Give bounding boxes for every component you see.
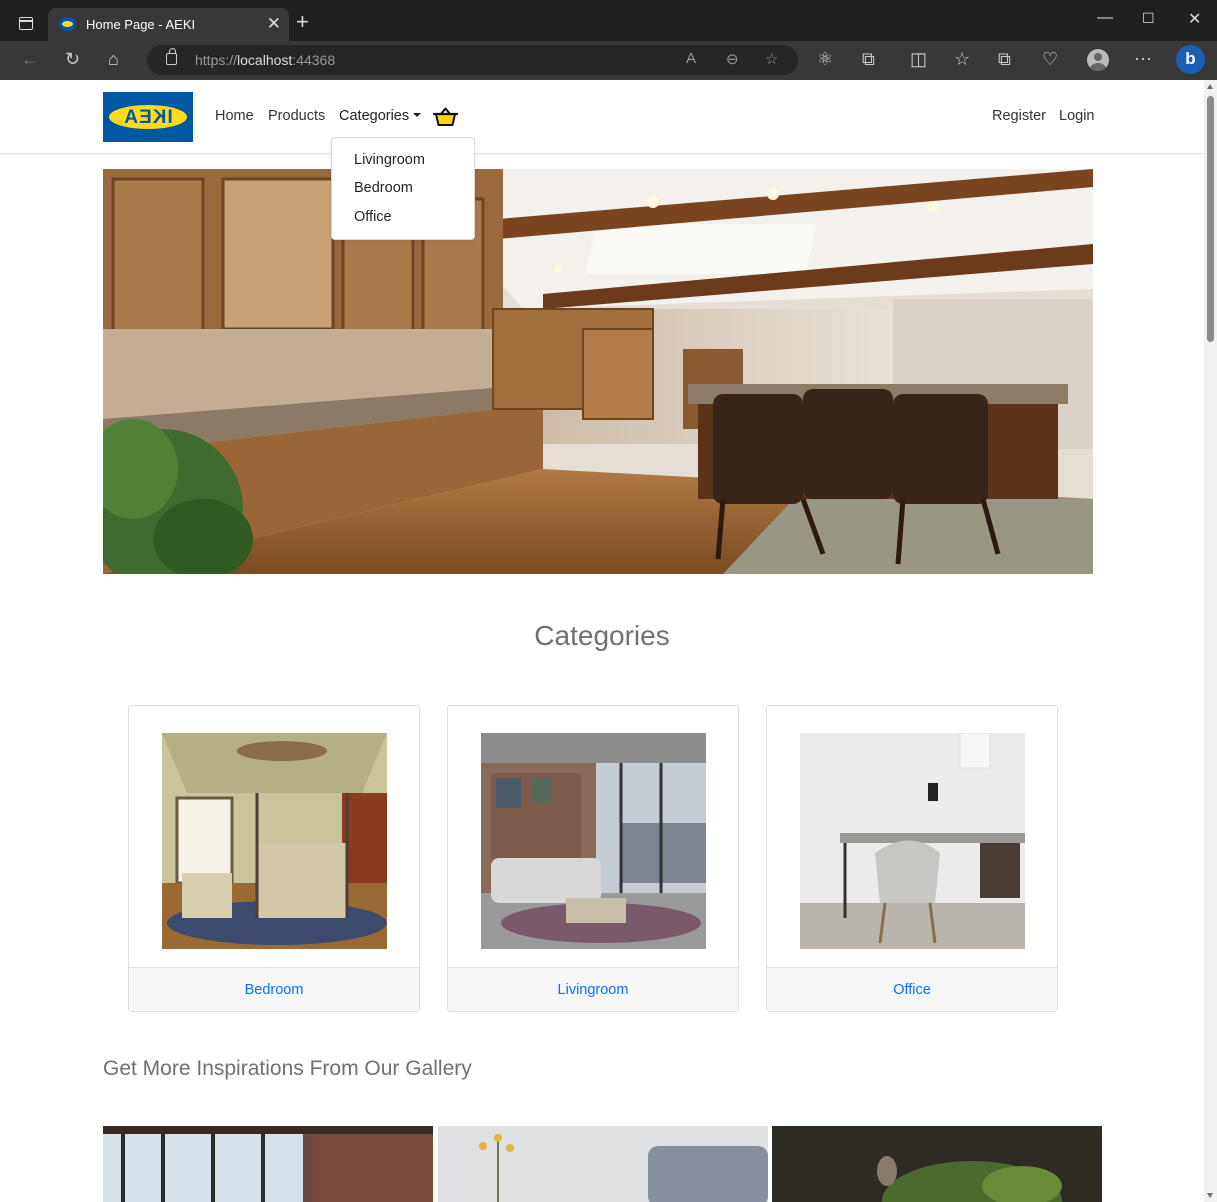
basket-icon[interactable] [433,106,458,128]
minimize-icon[interactable]: — [1097,9,1113,27]
gallery-image-2[interactable] [438,1126,768,1202]
refresh-icon[interactable]: ↻ [65,49,80,69]
office-image[interactable] [800,733,1025,949]
read-aloud-icon[interactable]: A [686,50,696,67]
scroll-thumb[interactable] [1207,96,1214,342]
home-icon[interactable]: ⌂ [108,49,119,69]
url-text: https://localhost:44368 [195,52,336,68]
split-screen-icon[interactable]: ◫ [910,49,927,69]
card-footer: Bedroom [129,967,419,1011]
category-card-bedroom: Bedroom [128,705,420,1012]
nav-categories-dropdown[interactable]: Categories [339,108,422,124]
category-link-livingroom[interactable]: Livingroom [448,982,738,998]
address-bar[interactable]: https://localhost:44368 A ⊖ ☆ [147,45,798,75]
scroll-up-icon[interactable] [1207,84,1213,89]
livingroom-image[interactable] [481,733,706,949]
gallery-image-1[interactable] [103,1126,433,1202]
browser-titlebar: Home Page - AEKI ✕ + — ☐ ✕ [0,0,1217,41]
zoom-out-icon[interactable]: ⊖ [726,50,739,68]
category-link-office[interactable]: Office [767,982,1057,998]
site-navbar: IKEA Home Products Categories Register L… [0,80,1204,154]
bedroom-image[interactable] [162,733,387,949]
categories-dropdown-menu: Livingroom Bedroom Office [331,137,475,240]
dropdown-item-office[interactable]: Office [354,209,392,225]
logo-text: IKEA [123,107,173,128]
close-window-icon[interactable]: ✕ [1188,9,1201,29]
card-footer: Office [767,967,1057,1011]
browser-essentials-icon[interactable]: ♡ [1042,49,1058,69]
nav-home-link[interactable]: Home [215,108,254,124]
extensions-react-icon[interactable]: ⚛ [817,49,833,69]
collections-icon[interactable]: ⧉ [998,49,1011,69]
plus-icon[interactable]: + [296,9,309,35]
favorite-star-icon[interactable]: ☆ [765,50,778,68]
category-link-bedroom[interactable]: Bedroom [129,982,419,998]
nav-categories-label: Categories [339,108,410,124]
gallery-image-3[interactable] [772,1126,1102,1202]
profile-avatar-icon[interactable] [1087,49,1109,71]
nav-login-link[interactable]: Login [1059,108,1094,124]
more-options-icon[interactable]: ⋯ [1134,49,1152,69]
maximize-icon[interactable]: ☐ [1142,10,1155,27]
tab-actions-icon[interactable] [19,17,33,30]
dropdown-item-bedroom[interactable]: Bedroom [354,180,413,196]
tab-title: Home Page - AEKI [86,17,196,32]
card-footer: Livingroom [448,967,738,1011]
category-card-office: Office [766,705,1058,1012]
categories-heading: Categories [534,620,670,651]
nav-products-link[interactable]: Products [268,108,325,124]
site-logo[interactable]: IKEA [103,92,193,142]
category-card-livingroom: Livingroom [447,705,739,1012]
favicon-icon [59,17,76,31]
scroll-down-icon[interactable] [1207,1193,1213,1198]
caret-down-icon [413,113,422,117]
extensions-icon[interactable]: ⧉ [862,49,875,69]
close-tab-icon[interactable]: ✕ [267,14,281,34]
browser-tab[interactable]: Home Page - AEKI ✕ [48,8,289,41]
lock-icon[interactable] [166,48,177,65]
dropdown-item-livingroom[interactable]: Livingroom [354,152,425,168]
bing-copilot-icon[interactable]: b [1176,45,1205,74]
page-scrollbar[interactable] [1204,80,1217,1202]
favorites-icon[interactable]: ☆ [954,49,970,69]
page-viewport: IKEA Home Products Categories Register L… [0,80,1204,1202]
hero-image [103,169,1093,574]
nav-register-link[interactable]: Register [992,108,1046,124]
gallery-heading: Get More Inspirations From Our Gallery [103,1057,472,1080]
browser-toolbar: ← ↻ ⌂ https://localhost:44368 A ⊖ ☆ ⚛ ⧉ … [0,41,1217,80]
back-icon[interactable]: ← [21,49,39,69]
